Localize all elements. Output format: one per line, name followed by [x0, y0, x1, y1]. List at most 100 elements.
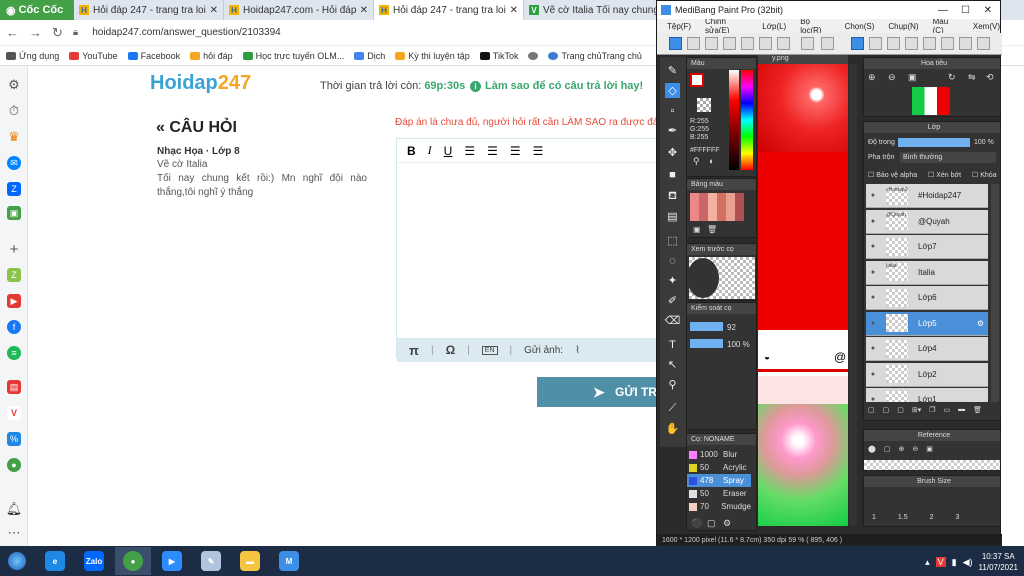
bookmark-item[interactable]: Trang chủTrang chủ	[548, 51, 642, 61]
rect-fill-tool-icon[interactable]: ■	[665, 167, 680, 182]
layer-scrollbar[interactable]	[991, 184, 999, 402]
zalo-icon[interactable]: Z	[7, 182, 21, 196]
rotate-icon[interactable]: ↻	[948, 72, 956, 83]
dropper-tool-icon[interactable]: ⚲	[665, 377, 680, 392]
minimize-icon[interactable]: —	[938, 5, 948, 16]
bookmark-item[interactable]: Kỳ thi luyện tập	[395, 51, 470, 61]
layer-item[interactable]: ● Lớp4	[866, 337, 988, 361]
snap-grid-icon[interactable]	[887, 37, 900, 50]
close-icon[interactable]: ✕	[984, 5, 992, 16]
reference-area[interactable]	[864, 460, 1000, 470]
operation-tool-icon[interactable]: ↖	[665, 357, 680, 372]
hand-tool-icon[interactable]: ✋	[665, 421, 680, 436]
menu-file[interactable]: Tệp(F)	[667, 22, 691, 31]
brush-size-preset[interactable]: 3	[956, 514, 960, 521]
close-icon[interactable]: ✕	[360, 5, 368, 16]
close-icon[interactable]: ✕	[210, 5, 218, 16]
vtv-icon[interactable]: V	[7, 406, 21, 420]
spotify-icon[interactable]: ≡	[7, 346, 21, 360]
layer-item[interactable]: ● Lớp2	[866, 362, 988, 387]
align-center-icon[interactable]: ☰	[487, 144, 498, 158]
news-icon[interactable]: ▤	[7, 380, 21, 394]
hue-bar[interactable]	[741, 70, 753, 170]
taskbar-app[interactable]: ▬	[232, 547, 268, 575]
palette-icon[interactable]: ◐	[709, 156, 714, 166]
taskbar-app[interactable]: ▶	[154, 547, 190, 575]
volume-icon[interactable]: ◀)	[963, 557, 973, 568]
save-icon[interactable]	[741, 37, 754, 50]
italic-button[interactable]: I	[428, 143, 432, 158]
brush-size-preset[interactable]: 1	[872, 514, 876, 521]
bookmark-item[interactable]: Dịch	[354, 51, 385, 61]
snap-circle-icon[interactable]	[923, 37, 936, 50]
layer-item[interactable]: ● Lớp7	[866, 235, 988, 259]
notification-bell-icon[interactable]: 🔔︎	[6, 501, 23, 516]
move-tool-icon[interactable]: ✥	[665, 145, 680, 160]
foreground-color-swatch[interactable]	[690, 73, 704, 87]
magic-wand-tool-icon[interactable]: ✦	[665, 273, 680, 288]
visibility-eye-icon[interactable]: ●	[866, 243, 880, 250]
menu-view[interactable]: Xem(V)	[973, 22, 1000, 31]
canvas-scrollbar[interactable]	[849, 64, 857, 526]
palette-add-icon[interactable]: ▣	[693, 225, 701, 234]
opacity-value[interactable]: 100 %	[727, 340, 750, 349]
clipping-checkbox[interactable]: ☐ Xén bớt	[928, 171, 961, 179]
start-button[interactable]	[0, 546, 34, 576]
browser-tab-active[interactable]: H Hỏi đáp 247 - trang tra loi ✕	[374, 0, 524, 20]
settings-icon[interactable]: ⚙	[7, 77, 21, 92]
color-gradient-bar[interactable]	[729, 70, 739, 170]
underline-button[interactable]: U	[444, 144, 453, 158]
menu-layer[interactable]: Lớp(L)	[762, 22, 786, 31]
snap-parallel-icon[interactable]	[869, 37, 882, 50]
tray-arrow-icon[interactable]: ▴	[925, 557, 930, 568]
bookmark-item[interactable]: Học trực tuyến OLM...	[242, 51, 344, 61]
clock[interactable]: 10:37 SA 11/07/2021	[979, 551, 1018, 573]
bookmark-item[interactable]: YouTube	[69, 51, 118, 61]
bookmark-item[interactable]: TikTok	[479, 51, 518, 61]
dot-tool-icon[interactable]: ▫	[665, 103, 680, 118]
brush-size-value[interactable]: 92	[727, 323, 736, 332]
lock-checkbox[interactable]: ☐ Khóa	[972, 171, 997, 179]
brush-size-preset[interactable]: 1.5	[898, 514, 908, 521]
undo-icon[interactable]	[801, 37, 814, 50]
divide-tool-icon[interactable]: ⟋	[665, 401, 680, 416]
back-arrow-icon[interactable]: ←	[6, 25, 19, 40]
opacity-slider[interactable]	[690, 339, 723, 348]
sale-icon[interactable]: %	[7, 432, 21, 446]
brush-size-preset[interactable]: 2	[930, 514, 934, 521]
drawing-canvas[interactable]: ◒ @	[758, 64, 848, 526]
forward-arrow-icon[interactable]: →	[29, 25, 42, 40]
zoom-in-icon[interactable]: ⊕	[868, 72, 876, 83]
bookmark-item[interactable]: Facebook	[127, 51, 180, 61]
fit-icon[interactable]: ▣	[908, 72, 917, 83]
layer-item[interactable]: ● Lớp6	[866, 286, 988, 310]
visibility-eye-icon[interactable]: ●	[866, 192, 880, 199]
snap-radial-icon[interactable]	[905, 37, 918, 50]
layer-item[interactable]: ● Lớp5 ⚙	[866, 311, 988, 336]
answer-editor[interactable]: B I U ☰ ☰ ☰ ☰ π | Ω | EN | Gửi ảnh: ⌇	[396, 138, 659, 362]
flip-icon[interactable]: ⇋	[968, 72, 976, 83]
visibility-eye-icon[interactable]: ●	[866, 320, 880, 327]
reset-icon[interactable]: ⟲	[986, 72, 994, 83]
taskbar-app[interactable]: ●	[115, 547, 151, 575]
coccoc-logo[interactable]: ◉ Cốc Cốc	[0, 0, 74, 20]
protect-alpha-checkbox[interactable]: ☐ Bảo vệ alpha	[868, 171, 917, 179]
reference-canvas-icon[interactable]: ▢	[884, 445, 891, 453]
facebook-icon[interactable]: f	[7, 320, 21, 334]
visibility-eye-icon[interactable]: ●	[866, 269, 880, 276]
text-tool-icon[interactable]: T	[665, 337, 680, 352]
visibility-eye-icon[interactable]: ●	[866, 371, 880, 378]
layer-item[interactable]: ● Italia Italia	[866, 260, 988, 285]
brush-add-icon[interactable]: ⚫	[691, 518, 702, 529]
more-icon[interactable]: ⋯	[7, 525, 21, 540]
browser-tab[interactable]: H Hoidap247.com - Hỏi đáp or ✕	[224, 0, 374, 20]
align-left-icon[interactable]: ☰	[464, 144, 475, 158]
gradient-tool-icon[interactable]: ▤	[665, 209, 680, 224]
game-icon[interactable]: ▣	[7, 206, 21, 220]
reference-open-icon[interactable]: ⬤	[868, 445, 876, 453]
lasso-tool-icon[interactable]: ◌	[665, 253, 680, 268]
eraser-tool-icon[interactable]: ◇	[665, 83, 680, 98]
paperclip-icon[interactable]: ⌇	[575, 345, 580, 356]
new-layer-1bit-icon[interactable]: ▢	[897, 406, 904, 414]
map-icon[interactable]: ●	[7, 458, 21, 472]
